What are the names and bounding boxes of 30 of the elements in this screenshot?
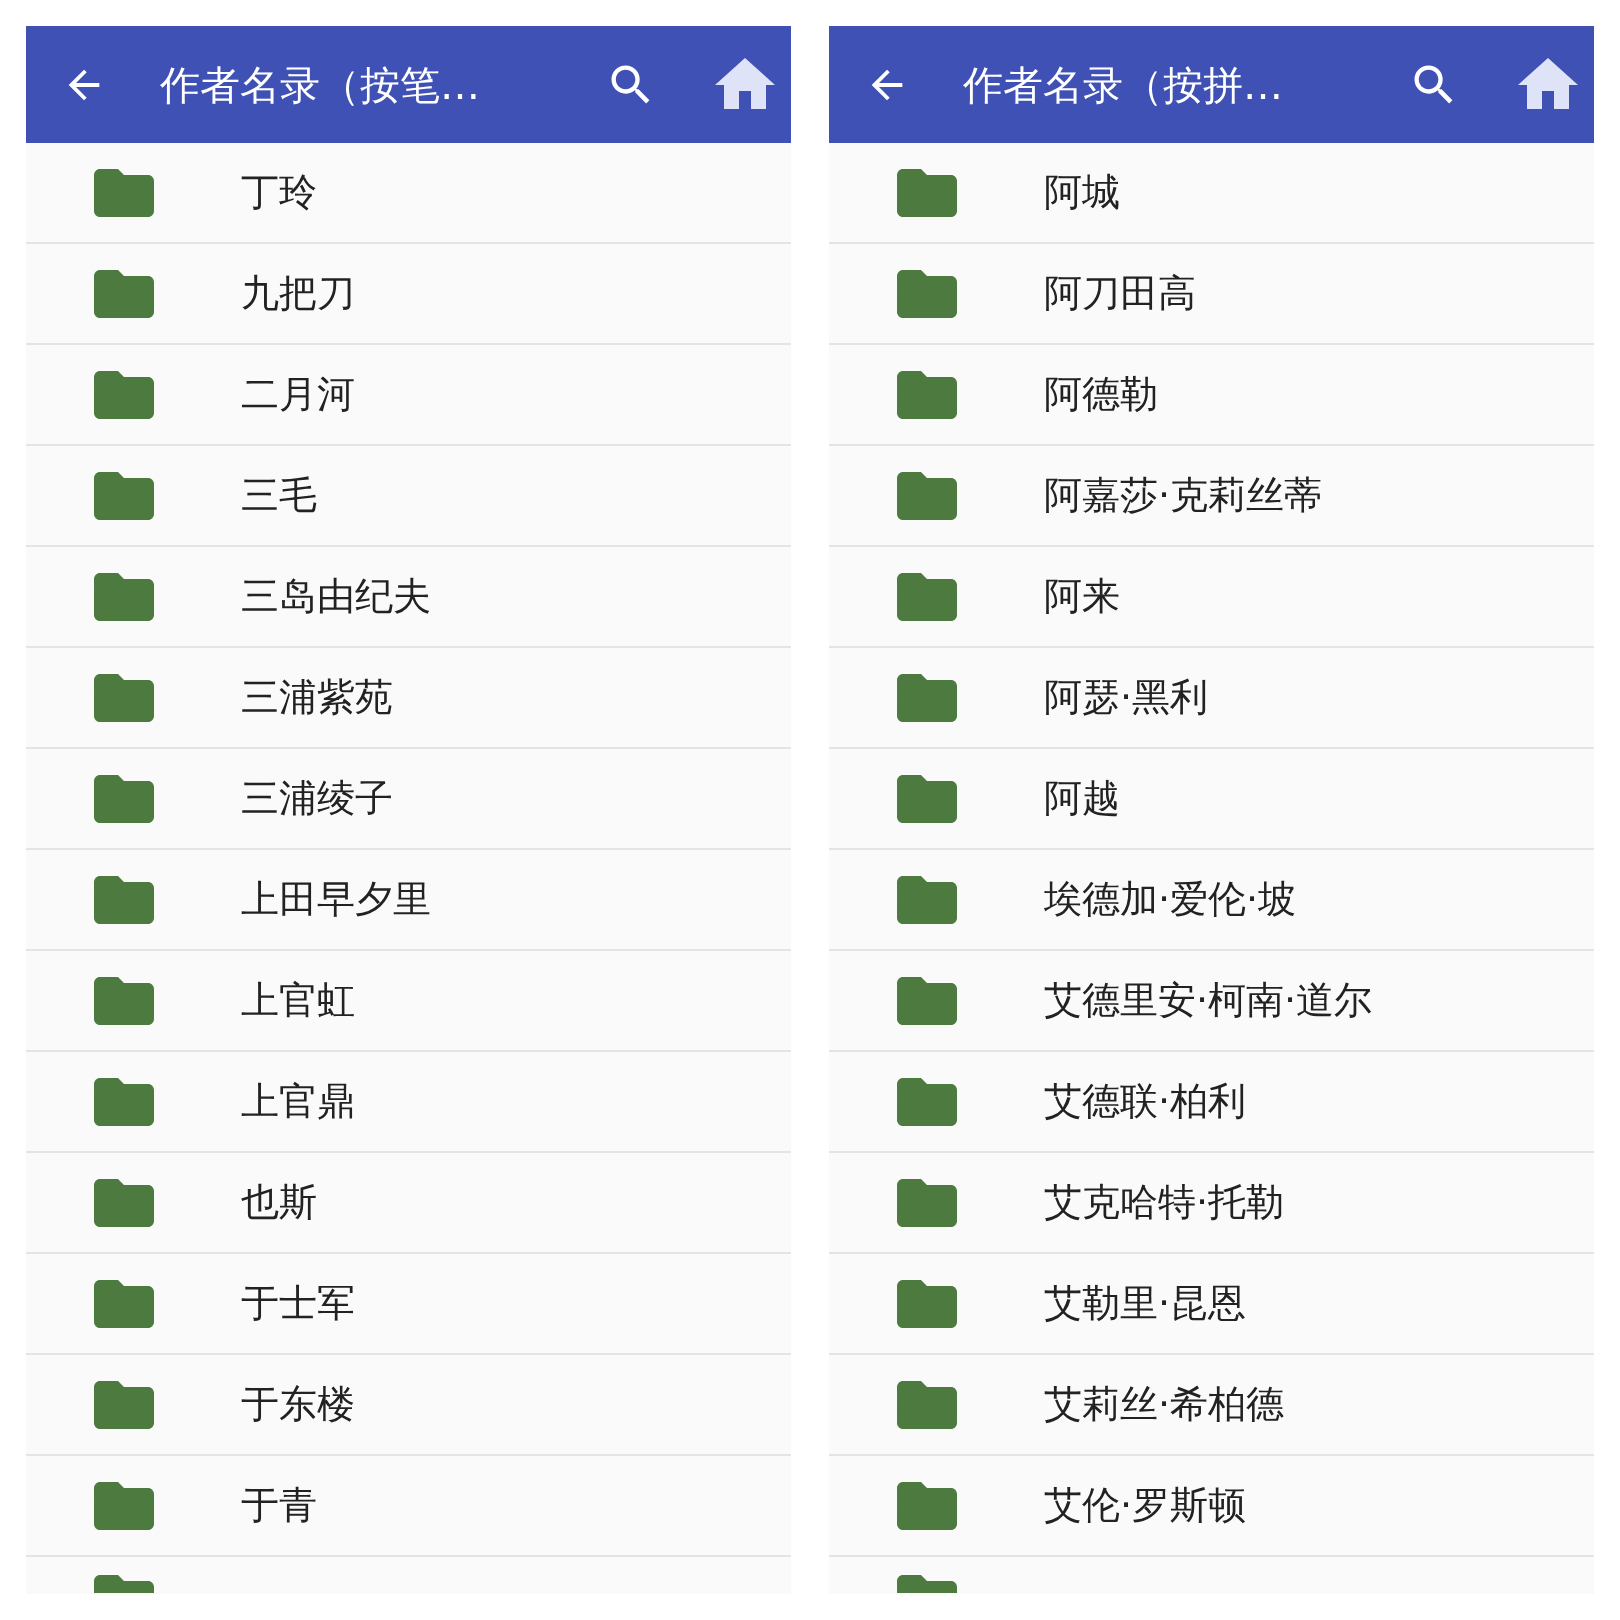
- author-name[interactable]: 二月河: [241, 366, 355, 423]
- author-name[interactable]: 上官鼎: [241, 1073, 355, 1130]
- author-name[interactable]: 三毛: [241, 467, 317, 524]
- author-name[interactable]: 三浦绫子: [241, 770, 393, 827]
- author-name[interactable]: 丁玲: [241, 164, 317, 221]
- author-name[interactable]: 也斯: [241, 1174, 317, 1231]
- author-name[interactable]: 艾克哈特·托勒: [1044, 1174, 1285, 1231]
- author-name[interactable]: 三浦紫苑: [241, 669, 393, 726]
- author-name[interactable]: 于青: [241, 1477, 317, 1534]
- author-name[interactable]: 艾德里安·柯南·道尔: [1044, 972, 1373, 1029]
- author-name[interactable]: 艾莉丝·希柏德: [1044, 1376, 1285, 1433]
- author-name[interactable]: 艾伦·罗斯顿: [1044, 1477, 1247, 1534]
- author-name[interactable]: 于士军: [241, 1275, 355, 1332]
- author-name[interactable]: 上田早夕里: [241, 871, 431, 928]
- author-name[interactable]: 阿城: [1044, 164, 1120, 221]
- author-name[interactable]: 阿来: [1044, 568, 1120, 625]
- author-name[interactable]: 阿刀田高: [1044, 265, 1196, 322]
- author-name[interactable]: 艾德联·柏利: [1044, 1073, 1247, 1130]
- author-name[interactable]: 三岛由纪夫: [241, 568, 431, 625]
- author-name[interactable]: 上官虹: [241, 972, 355, 1029]
- author-name[interactable]: 艾勒里·昆恩: [1044, 1275, 1247, 1332]
- author-name[interactable]: 埃德加·爱伦·坡: [1044, 871, 1297, 928]
- author-name[interactable]: 阿越: [1044, 770, 1120, 827]
- author-name[interactable]: 阿德勒: [1044, 366, 1158, 423]
- author-name[interactable]: 九把刀: [241, 265, 355, 322]
- app-bar-title: 作者名录（按拼…: [963, 60, 1283, 110]
- author-name[interactable]: 于东楼: [241, 1376, 355, 1433]
- author-name[interactable]: 阿瑟·黑利: [1044, 669, 1209, 726]
- author-name[interactable]: 阿嘉莎·克莉丝蒂: [1044, 467, 1323, 524]
- app-bar-title: 作者名录（按笔…: [160, 60, 480, 110]
